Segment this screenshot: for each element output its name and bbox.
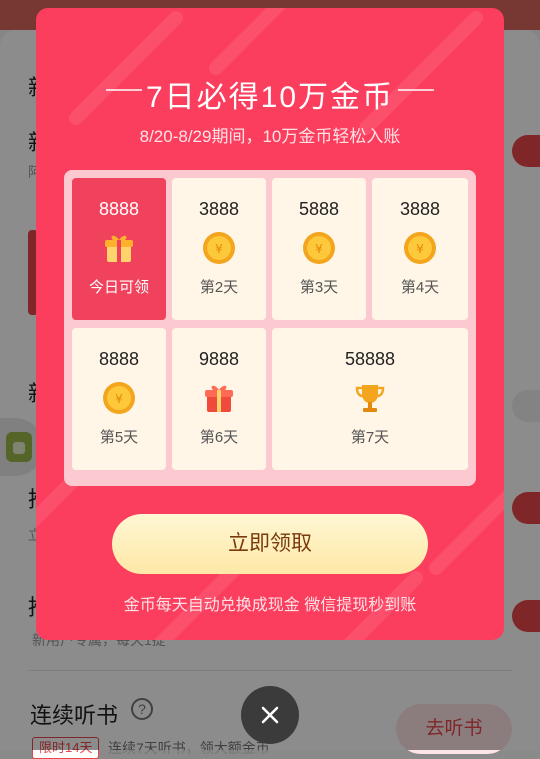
day-label: 第7天 xyxy=(350,429,390,446)
reward-grid: 8888 今日可领 3888 ¥ 第2天 5888 ¥ 第3天 3888 ¥ 第… xyxy=(64,170,476,486)
coin-icon: ¥ xyxy=(101,380,137,416)
gift-icon xyxy=(201,380,237,416)
reward-amount: 8888 xyxy=(98,199,140,219)
coin-icon: ¥ xyxy=(201,230,237,266)
day-label: 今日可领 xyxy=(88,279,149,296)
day-cell-4[interactable]: 3888 ¥ 第4天 xyxy=(372,178,468,320)
reward-amount: 9888 xyxy=(198,349,240,369)
trophy-icon xyxy=(352,380,388,416)
reward-amount: 8888 xyxy=(98,349,140,369)
day-cell-7[interactable]: 58888 第7天 xyxy=(272,328,468,470)
gift-icon xyxy=(101,230,137,266)
reward-amount: 3888 xyxy=(399,199,441,219)
coin-icon: ¥ xyxy=(301,230,337,266)
modal-subtitle: 8/20-8/29期间，10万金币轻松入账 xyxy=(139,127,401,146)
modal-footer-note: 金币每天自动兑换成现金 微信提现秒到账 xyxy=(123,597,417,614)
close-icon[interactable] xyxy=(241,686,299,744)
modal-title: 7日必得10万金币 xyxy=(145,81,395,114)
day-label: 第2天 xyxy=(199,279,239,296)
svg-text:¥: ¥ xyxy=(315,242,323,256)
day-cell-5[interactable]: 8888 ¥ 第5天 xyxy=(72,328,166,470)
svg-text:¥: ¥ xyxy=(416,242,424,256)
day-cell-6[interactable]: 9888 第6天 xyxy=(172,328,266,470)
svg-text:¥: ¥ xyxy=(215,242,223,256)
svg-text:¥: ¥ xyxy=(115,392,123,406)
day-label: 第6天 xyxy=(199,429,239,446)
day-cell-2[interactable]: 3888 ¥ 第2天 xyxy=(172,178,266,320)
reward-amount: 3888 xyxy=(198,199,240,219)
claim-now-button[interactable]: 立即领取 xyxy=(112,514,428,574)
reward-amount: 58888 xyxy=(344,349,396,369)
day-cell-3[interactable]: 5888 ¥ 第3天 xyxy=(272,178,366,320)
day-label: 第5天 xyxy=(99,429,139,446)
day-label: 第3天 xyxy=(299,279,339,296)
signin-reward-modal: 7日必得10万金币 8/20-8/29期间，10万金币轻松入账 8888 今日可… xyxy=(36,8,504,640)
reward-amount: 5888 xyxy=(298,199,340,219)
coin-icon: ¥ xyxy=(402,230,438,266)
day-cell-1[interactable]: 8888 今日可领 xyxy=(72,178,166,320)
day-label: 第4天 xyxy=(400,279,440,296)
